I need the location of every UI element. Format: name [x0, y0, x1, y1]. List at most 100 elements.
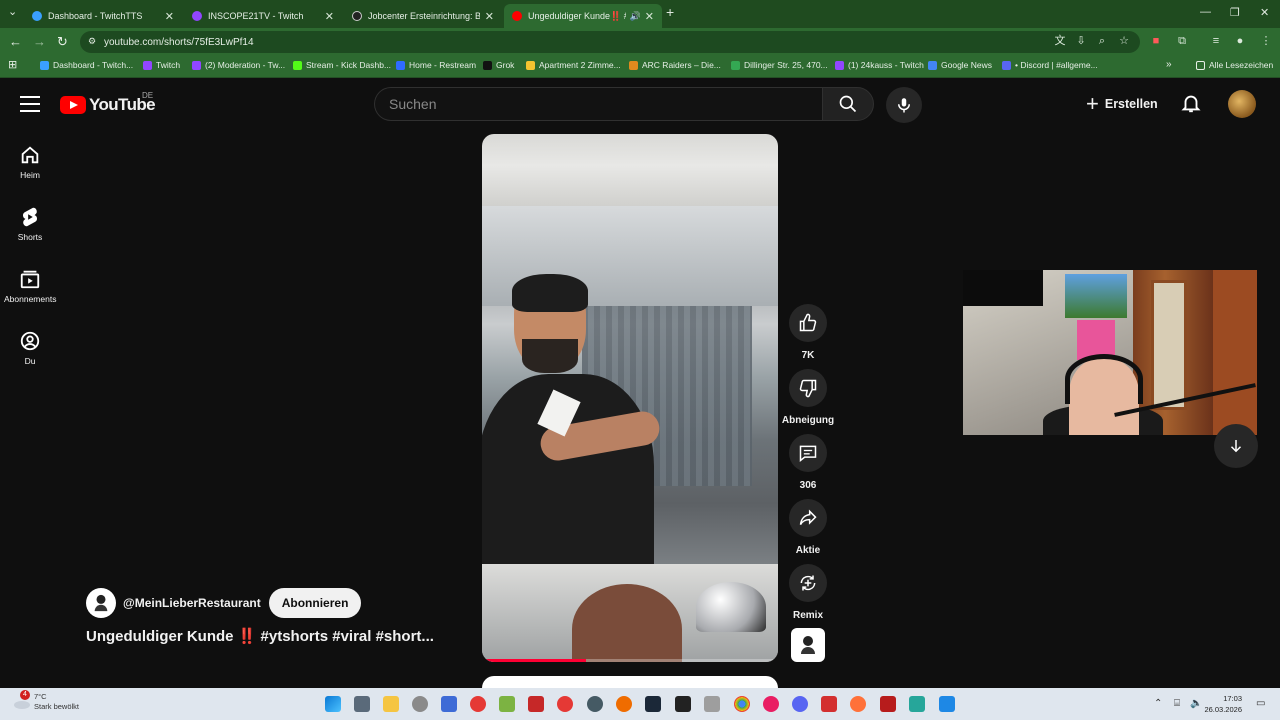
tab-youtube-active[interactable]: Ungeduldiger Kunde‼️ #yts 🔊 ✕	[504, 4, 662, 28]
dislike-button[interactable]: Abneigung	[782, 369, 834, 426]
back-arrow-icon[interactable]: ←	[9, 34, 22, 49]
media-app-icon[interactable]	[528, 696, 544, 712]
minimize-window-icon[interactable]: —	[1200, 6, 1211, 18]
chrome-icon[interactable]	[734, 696, 750, 712]
tray-overflow-icon[interactable]: ⌃	[1154, 698, 1162, 709]
blue-app-icon[interactable]	[939, 696, 955, 712]
network-icon[interactable]: ⌸	[1174, 698, 1180, 709]
shorts-video-player[interactable]	[482, 134, 778, 662]
bookmark-item[interactable]: (1) 24kauss - Twitch	[835, 60, 924, 70]
audio-source-thumbnail[interactable]	[791, 628, 825, 662]
epic-games-icon[interactable]	[675, 696, 691, 712]
forward-arrow-icon[interactable]: →	[33, 34, 46, 49]
bookmark-item[interactable]: Home - Restream	[396, 60, 476, 70]
bookmarks-overflow-button[interactable]: »	[1166, 59, 1172, 70]
remix-button[interactable]: Remix	[788, 564, 828, 621]
volume-icon[interactable]: 🔈	[1190, 698, 1202, 709]
tab-twitchtts[interactable]: Dashboard - TwitchTTS ✕	[24, 4, 182, 28]
sidebar-item-shorts[interactable]: Shorts	[4, 206, 56, 242]
youtube-logo[interactable]: YouTube DE	[60, 91, 156, 115]
video-title[interactable]: Ungeduldiger Kunde ‼️ #ytshorts #viral #…	[86, 627, 434, 645]
sidebar-item-you[interactable]: Du	[4, 330, 56, 366]
profile-icon[interactable]: ●	[1234, 35, 1246, 47]
bookmark-item[interactable]: (2) Moderation - Tw...	[192, 60, 285, 70]
share-button[interactable]: Aktie	[788, 499, 828, 556]
media-app-2-icon[interactable]	[880, 696, 896, 712]
obs-app-icon[interactable]	[587, 696, 603, 712]
notification-center-icon[interactable]: ▭	[1256, 698, 1265, 709]
close-tab-icon[interactable]: ✕	[645, 10, 654, 23]
video-progress-bar[interactable]	[482, 659, 778, 662]
translate-icon[interactable]: 文	[1054, 35, 1066, 47]
close-window-icon[interactable]: ✕	[1260, 6, 1269, 19]
audio-playing-icon[interactable]: 🔊	[630, 11, 641, 22]
bookmark-item[interactable]: • Discord | #allgeme...	[1002, 60, 1098, 70]
bookmark-star-icon[interactable]: ☆	[1118, 35, 1130, 47]
orange-app-icon[interactable]	[616, 696, 632, 712]
zoom-icon[interactable]: ⌕	[1096, 35, 1108, 47]
bookmark-item[interactable]: Dillinger Str. 25, 470...	[731, 60, 828, 70]
tab-list-icon[interactable]: ≡	[1210, 35, 1222, 47]
close-tab-icon[interactable]: ✕	[485, 10, 494, 23]
video-hashtags[interactable]: #ytshorts #viral #short...	[261, 628, 434, 645]
sidebar-item-home[interactable]: Heim	[4, 144, 56, 180]
bookmark-item[interactable]: ARC Raiders – Die...	[629, 60, 721, 70]
hamburger-menu-icon[interactable]	[20, 96, 40, 112]
red-bird-app-icon[interactable]	[821, 696, 837, 712]
new-tab-button[interactable]: +	[666, 4, 674, 20]
maximize-window-icon[interactable]: ❐	[1230, 6, 1240, 19]
bookmark-item[interactable]: Apartment 2 Zimme...	[526, 60, 621, 70]
v-app-icon[interactable]	[441, 696, 457, 712]
taskbar-clock[interactable]: 17:03 26.03.2026	[1202, 693, 1242, 715]
bookmark-item[interactable]: Dashboard - Twitch...	[40, 60, 133, 70]
close-tab-icon[interactable]: ✕	[165, 10, 174, 23]
search-input[interactable]	[375, 88, 822, 120]
calculator-icon[interactable]	[354, 696, 370, 712]
layers-app-icon[interactable]	[499, 696, 515, 712]
close-tab-icon[interactable]: ✕	[325, 10, 334, 23]
teal-app-icon[interactable]	[909, 696, 925, 712]
voice-search-button[interactable]	[886, 87, 922, 123]
subscribe-button[interactable]: Abonnieren	[268, 588, 362, 618]
all-bookmarks-button[interactable]: Alle Lesezeichen	[1196, 60, 1273, 70]
reload-icon[interactable]: ↻	[57, 34, 68, 50]
channel-avatar[interactable]	[86, 588, 116, 618]
url-field[interactable]: ⚙ youtube.com/shorts/75fE3LwPf14	[80, 31, 1140, 53]
site-info-icon[interactable]: ⚙	[88, 36, 96, 47]
settings-app-icon[interactable]	[704, 696, 720, 712]
apps-grid-icon[interactable]: ⊞	[8, 58, 17, 71]
steam-icon[interactable]	[645, 696, 661, 712]
bookmark-item[interactable]: Twitch	[143, 60, 180, 70]
install-app-icon[interactable]: ⇩	[1075, 35, 1087, 47]
bookmark-item[interactable]: Stream - Kick Dashb...	[293, 60, 391, 70]
channel-handle[interactable]: @MeinLieberRestaurant	[123, 596, 261, 610]
sidebar-item-subscriptions[interactable]: Abonnements	[4, 268, 56, 304]
mouse-app-icon[interactable]	[412, 696, 428, 712]
opera-icon[interactable]	[763, 696, 779, 712]
file-explorer-icon[interactable]	[383, 696, 399, 712]
notifications-button[interactable]	[1180, 92, 1206, 118]
weather-widget[interactable]: 4 7°C Stark bewölkt	[12, 690, 79, 712]
tab-inscope21tv[interactable]: INSCOPE21TV - Twitch ✕	[184, 4, 342, 28]
red-app-icon[interactable]	[470, 696, 486, 712]
discord-icon[interactable]	[792, 696, 808, 712]
webcam-headset	[1065, 354, 1143, 404]
bookmark-item[interactable]: Grok	[483, 60, 514, 70]
next-video-button[interactable]	[1214, 424, 1258, 468]
video-frame-person-hair	[512, 274, 588, 312]
sidebar-item-label: Du	[24, 356, 36, 366]
extensions-puzzle-icon[interactable]: ⧉	[1176, 35, 1188, 47]
search-button[interactable]	[822, 87, 874, 121]
firefox-icon[interactable]	[850, 696, 866, 712]
comments-button[interactable]: 306	[788, 434, 828, 491]
tab-jobcenter[interactable]: Jobcenter Ersteinrichtung: Betr ✕	[344, 4, 502, 28]
windows-start-icon[interactable]	[325, 696, 341, 712]
extension-icon[interactable]: ■	[1150, 35, 1162, 47]
record-app-icon[interactable]	[557, 696, 573, 712]
account-avatar[interactable]	[1228, 90, 1256, 118]
bookmark-item[interactable]: Google News	[928, 60, 992, 70]
like-button[interactable]: 7K	[788, 304, 828, 361]
tab-search-icon[interactable]: ⌄	[8, 5, 17, 18]
browser-menu-icon[interactable]: ⋮	[1260, 35, 1272, 47]
create-button[interactable]: + Erstellen	[1080, 88, 1164, 120]
